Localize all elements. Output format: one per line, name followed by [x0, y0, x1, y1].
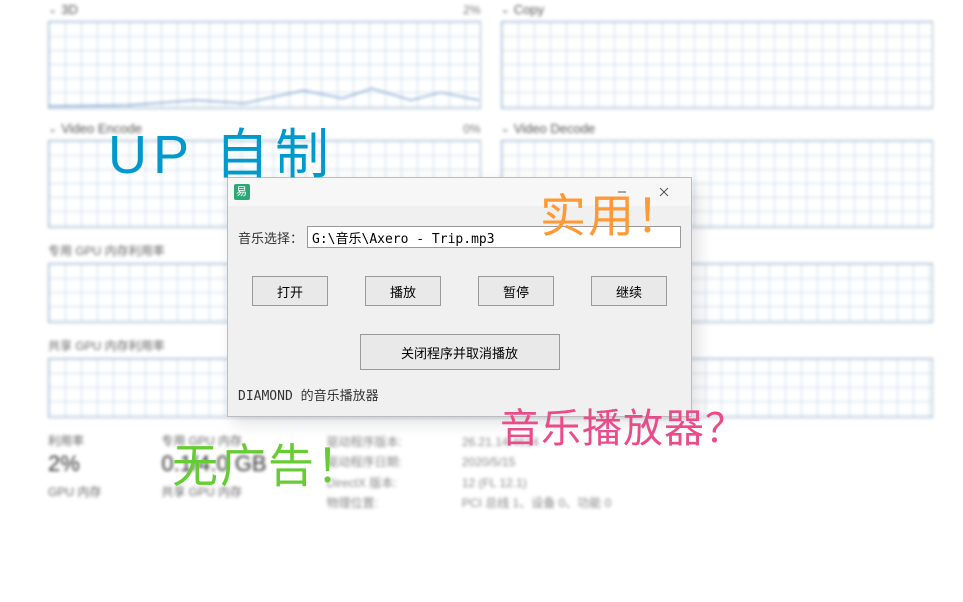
app-icon	[234, 184, 250, 200]
stats-row: 利用率 2% GPU 内存 专用 GPU 内存 0.1/4.0 GB 共享 GP…	[48, 432, 933, 514]
music-path-input[interactable]	[307, 226, 681, 248]
chart-pct: 0%	[463, 122, 480, 136]
music-player-dialog: 音乐选择： 打开 播放 暂停 继续 关闭程序并取消播放 DIAMOND 的音乐播…	[227, 177, 692, 417]
shared-label: 共享 GPU 内存	[161, 483, 266, 500]
chart-name: Copy	[514, 2, 544, 17]
chart-area	[501, 21, 934, 109]
util-label: 利用率	[48, 432, 101, 449]
minimize-button[interactable]	[601, 180, 643, 204]
close-cancel-button[interactable]: 关闭程序并取消播放	[360, 334, 560, 370]
play-button[interactable]: 播放	[365, 276, 441, 306]
pause-button[interactable]: 暂停	[478, 276, 554, 306]
resume-button[interactable]: 继续	[591, 276, 667, 306]
chart-copy: ⌄ Copy	[501, 2, 934, 109]
chart-name: Video Decode	[514, 121, 595, 136]
util-value: 2%	[48, 451, 101, 477]
chevron-down-icon: ⌄	[48, 122, 57, 135]
music-path-label: 音乐选择：	[238, 228, 303, 247]
chevron-down-icon: ⌄	[501, 3, 510, 16]
dedicated-value: 0.1/4.0 GB	[161, 451, 266, 477]
chevron-down-icon: ⌄	[501, 122, 510, 135]
gpu-mem-label: GPU 内存	[48, 483, 101, 500]
title-bar	[228, 178, 691, 206]
dedicated-label: 专用 GPU 内存	[161, 432, 266, 449]
chart-name: Video Encode	[61, 121, 142, 136]
player-status: DIAMOND 的音乐播放器	[238, 385, 379, 404]
chevron-down-icon: ⌄	[48, 3, 57, 16]
close-button[interactable]	[643, 180, 685, 204]
chart-3d: ⌄ 3D 2%	[48, 2, 481, 109]
chart-pct: 2%	[463, 3, 480, 17]
chart-area	[48, 21, 481, 109]
open-button[interactable]: 打开	[252, 276, 328, 306]
chart-name: 3D	[61, 2, 78, 17]
